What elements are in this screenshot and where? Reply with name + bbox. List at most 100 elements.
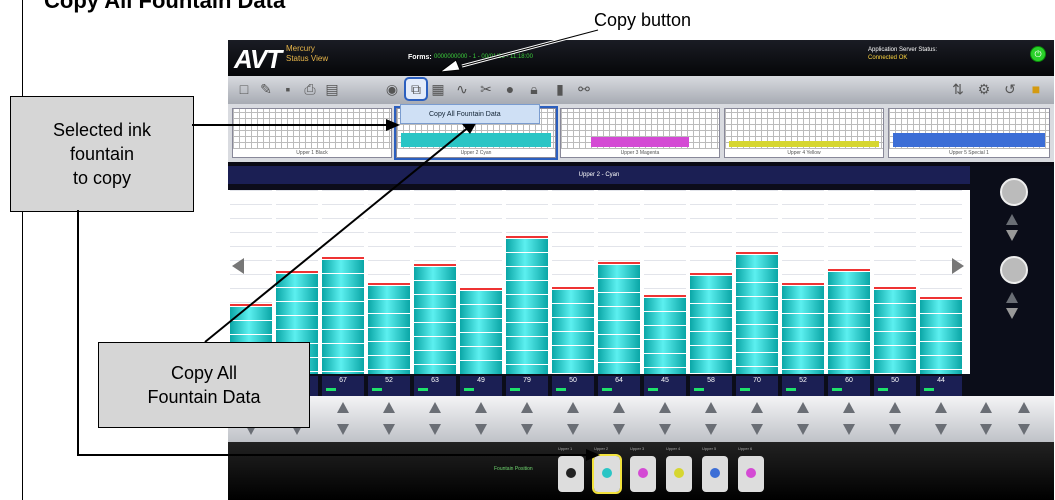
zone-value: 60	[828, 376, 870, 396]
zone-up-arrow-icon[interactable]	[475, 402, 487, 413]
zone-down-arrow-icon[interactable]	[383, 424, 395, 435]
zone-down-arrow-icon[interactable]	[751, 424, 763, 435]
zone-down-arrow-icon[interactable]	[797, 424, 809, 435]
gauge-down-arrow-icon[interactable]	[1006, 230, 1018, 241]
zone-up-arrow-icon[interactable]	[751, 402, 763, 413]
thumbnail-label: Upper 3 Magenta	[620, 150, 660, 156]
link-icon[interactable]: ⚯	[574, 79, 594, 99]
paste-icon[interactable]: ▦	[428, 79, 448, 99]
thumbnail-upper-1[interactable]: Upper 1 Black	[232, 108, 392, 158]
ink-zone-bar[interactable]	[874, 287, 916, 374]
title-bar: AVT Mercury Status View Forms: 000000000…	[228, 40, 1054, 76]
press-unit-button[interactable]	[558, 456, 584, 492]
adjust-icon[interactable]: ⚙	[974, 79, 994, 99]
zone-down-arrow-icon[interactable]	[475, 424, 487, 435]
ink-zone-bar[interactable]	[782, 283, 824, 374]
thumbnail-upper-4[interactable]: Upper 4 Yellow	[724, 108, 884, 158]
lock-icon[interactable]: 🔒︎	[524, 79, 544, 99]
ink-zone-bar[interactable]	[690, 273, 732, 374]
zone-up-arrow-icon[interactable]	[843, 402, 855, 413]
press-unit-button[interactable]	[702, 456, 728, 492]
ink-zone-bar[interactable]	[368, 283, 410, 374]
zone-down-arrow-icon[interactable]	[567, 424, 579, 435]
thumbnail-upper-3[interactable]: Upper 3 Magenta	[560, 108, 720, 158]
scroll-right-arrow-icon[interactable]	[952, 258, 964, 274]
ink-zone-bar[interactable]	[552, 287, 594, 374]
new-icon[interactable]: □	[234, 79, 254, 99]
thumbnail-label: Upper 2 Cyan	[460, 150, 492, 156]
zone-up-arrow-icon[interactable]	[797, 402, 809, 413]
globe-icon[interactable]: ◉	[382, 79, 402, 99]
zone-value: 70	[736, 376, 778, 396]
zone-down-arrow-icon[interactable]	[659, 424, 671, 435]
zone-up-arrow-icon[interactable]	[337, 402, 349, 413]
copy-icon[interactable]: ⧉	[404, 77, 428, 101]
ink-zone-bar[interactable]	[460, 288, 502, 374]
gauge-up-arrow-icon[interactable]	[1006, 214, 1018, 225]
print-icon[interactable]: ⎙	[300, 79, 320, 99]
edit-icon[interactable]: ✎	[256, 79, 276, 99]
press-unit-button[interactable]	[592, 454, 622, 494]
ink-fountain-zones[interactable]	[228, 190, 970, 374]
zone-value-text: 58	[707, 377, 715, 384]
zone-down-arrow-icon[interactable]	[429, 424, 441, 435]
forms-value: 0000000000 - 1 - 00/01/26 - 11:18:00	[434, 54, 533, 60]
zone-down-arrow-icon[interactable]	[935, 424, 947, 435]
zone-up-arrow-icon[interactable]	[659, 402, 671, 413]
global-up-arrow-icon[interactable]	[1018, 402, 1030, 413]
zone-values-row: 40596752634979506445587052605044	[228, 374, 1054, 396]
zone-down-arrow-icon[interactable]	[337, 424, 349, 435]
gauge-up-arrow-icon-2[interactable]	[1006, 292, 1018, 303]
press-unit-label: Upper 2	[594, 446, 609, 451]
zone-up-arrow-icon[interactable]	[889, 402, 901, 413]
ink-zone-bar[interactable]	[736, 252, 778, 374]
global-down-arrow-icon[interactable]	[980, 424, 992, 435]
zone-down-arrow-icon[interactable]	[705, 424, 717, 435]
zone-up-arrow-icon[interactable]	[613, 402, 625, 413]
zone-down-arrow-icon[interactable]	[521, 424, 533, 435]
ink-color-dot	[746, 468, 756, 478]
save-icon[interactable]: ▪	[278, 79, 298, 99]
press-unit-button[interactable]	[666, 456, 692, 492]
ink-zone-bar[interactable]	[598, 262, 640, 374]
ink-zone-bar[interactable]	[414, 264, 456, 374]
callout-selected-line1: Selected ink	[52, 120, 152, 140]
reset-icon[interactable]: ↺	[1000, 79, 1020, 99]
zone-up-arrow-icon[interactable]	[429, 402, 441, 413]
thumbnail-upper-5[interactable]: Upper 5 Special 1	[888, 108, 1050, 158]
global-up-arrow-icon[interactable]	[980, 402, 992, 413]
ink-zone-bar[interactable]	[644, 295, 686, 374]
zone-up-arrow-icon[interactable]	[383, 402, 395, 413]
zone-up-arrow-icon[interactable]	[705, 402, 717, 413]
zone-up-arrow-icon[interactable]	[521, 402, 533, 413]
open-icon[interactable]: ▤	[322, 79, 342, 99]
ink-zone-bar[interactable]	[920, 297, 962, 374]
color-icon[interactable]: ●	[500, 79, 520, 99]
scale-icon[interactable]: ⇅	[948, 79, 968, 99]
document-left-border	[22, 0, 23, 500]
gauge-controls	[970, 166, 1054, 374]
ink-zone-bar[interactable]	[828, 269, 870, 374]
gauge-icon[interactable]	[1000, 178, 1028, 206]
ink-zone-bar[interactable]	[506, 236, 548, 374]
ink-color-dot	[566, 468, 576, 478]
press-unit-button[interactable]	[630, 456, 656, 492]
press-unit-button[interactable]	[738, 456, 764, 492]
global-down-arrow-icon[interactable]	[1018, 424, 1030, 435]
forms-label: Forms:	[408, 54, 432, 61]
copy-all-fountain-data-menu-item[interactable]: Copy All Fountain Data	[400, 104, 540, 124]
zone-down-arrow-icon[interactable]	[889, 424, 901, 435]
gauge-down-arrow-icon-2[interactable]	[1006, 308, 1018, 319]
zone-up-arrow-icon[interactable]	[935, 402, 947, 413]
chart-icon[interactable]: ▮	[550, 79, 570, 99]
power-icon[interactable]: ⏻	[1030, 46, 1046, 62]
zone-down-arrow-icon[interactable]	[843, 424, 855, 435]
zone-up-arrow-icon[interactable]	[567, 402, 579, 413]
padlock-icon[interactable]: ■	[1026, 79, 1046, 99]
tools-icon[interactable]: ✂	[476, 79, 496, 99]
scroll-left-arrow-icon[interactable]	[232, 258, 244, 274]
zone-down-arrow-icon[interactable]	[613, 424, 625, 435]
curve-icon[interactable]: ∿	[452, 79, 472, 99]
gauge-icon-2[interactable]	[1000, 256, 1028, 284]
ink-zone-bar[interactable]	[322, 257, 364, 374]
